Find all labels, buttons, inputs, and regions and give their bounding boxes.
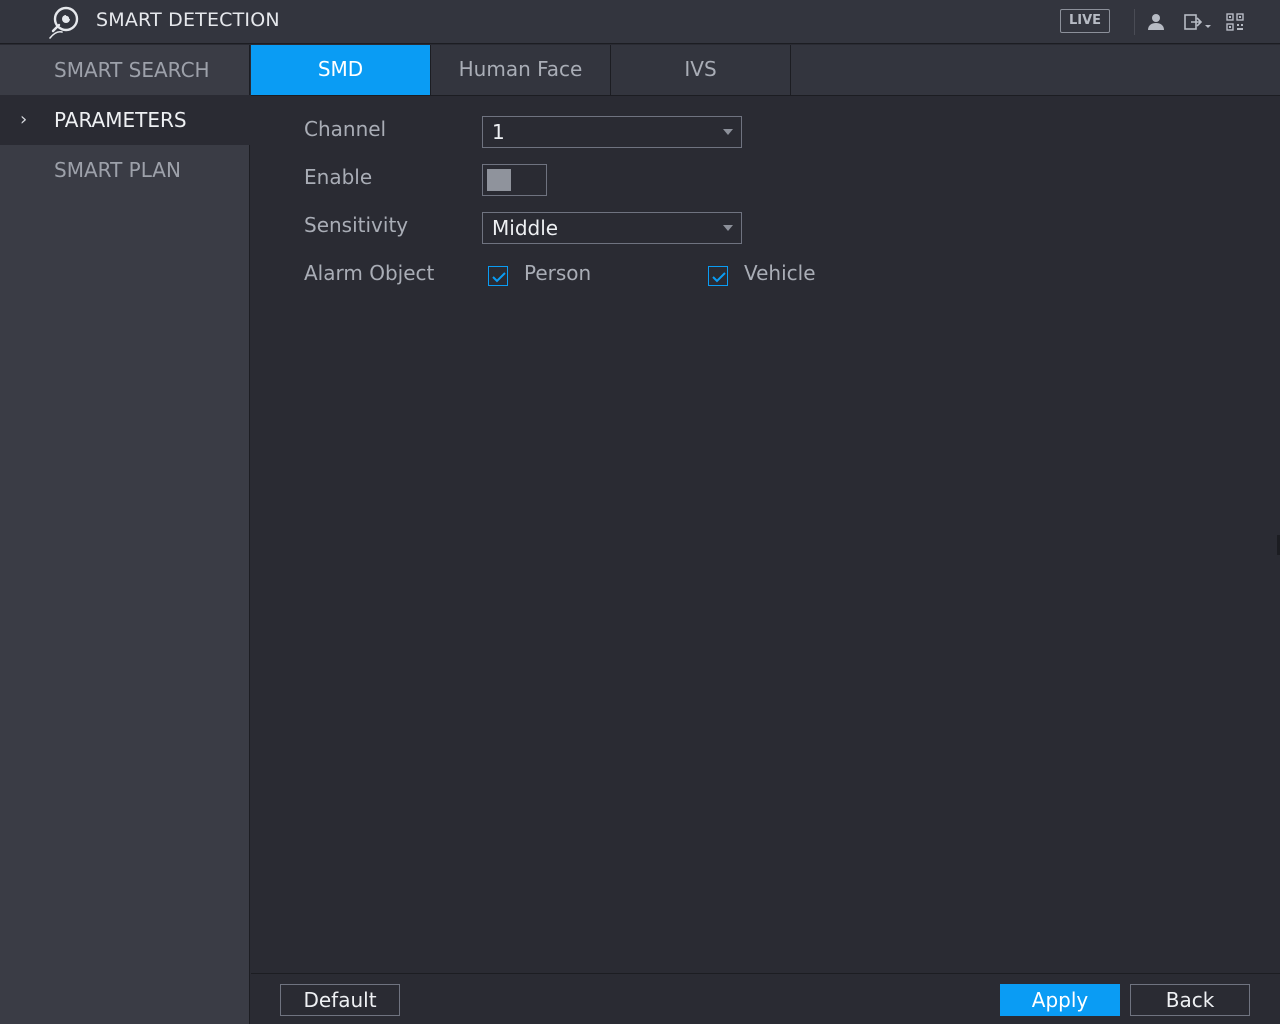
footer-bar: Default Apply Back bbox=[251, 973, 1280, 1024]
sidebar-item-label: SMART SEARCH bbox=[54, 58, 210, 82]
top-divider bbox=[1134, 9, 1135, 35]
logout-icon[interactable] bbox=[1183, 12, 1215, 32]
qr-code-icon[interactable] bbox=[1225, 12, 1245, 32]
chevron-down-icon bbox=[723, 129, 733, 135]
tab-ivs[interactable]: IVS bbox=[611, 45, 791, 95]
enable-toggle[interactable] bbox=[482, 164, 547, 196]
check-icon bbox=[492, 272, 506, 283]
vehicle-checkbox[interactable] bbox=[708, 266, 728, 286]
enable-label: Enable bbox=[304, 165, 373, 189]
toggle-knob bbox=[487, 169, 511, 191]
check-icon bbox=[712, 272, 726, 283]
person-label: Person bbox=[524, 261, 592, 285]
sidebar-item-smart-search[interactable]: SMART SEARCH bbox=[0, 45, 250, 95]
vehicle-label: Vehicle bbox=[744, 261, 816, 285]
channel-label: Channel bbox=[304, 117, 387, 141]
apply-button[interactable]: Apply bbox=[1000, 984, 1120, 1016]
sidebar-item-smart-plan[interactable]: SMART PLAN bbox=[0, 145, 250, 195]
live-button[interactable]: LIVE bbox=[1060, 9, 1110, 33]
channel-select-value: 1 bbox=[492, 120, 505, 144]
user-icon[interactable] bbox=[1146, 12, 1166, 32]
alarm-object-label: Alarm Object bbox=[304, 261, 435, 285]
smart-detection-logo-icon bbox=[49, 6, 79, 39]
channel-select[interactable]: 1 bbox=[482, 116, 742, 148]
sensitivity-select[interactable]: Middle bbox=[482, 212, 742, 244]
back-button[interactable]: Back bbox=[1130, 984, 1250, 1016]
chevron-down-icon bbox=[723, 225, 733, 231]
sensitivity-label: Sensitivity bbox=[304, 213, 409, 237]
person-checkbox[interactable] bbox=[488, 266, 508, 286]
default-button[interactable]: Default bbox=[280, 984, 400, 1016]
tab-bar: SMD Human Face IVS bbox=[251, 45, 1280, 96]
tab-human-face[interactable]: Human Face bbox=[431, 45, 611, 95]
top-bar: SMART DETECTION LIVE bbox=[0, 0, 1280, 44]
tab-smd[interactable]: SMD bbox=[251, 45, 431, 95]
sidebar-item-label: PARAMETERS bbox=[54, 108, 187, 132]
sensitivity-select-value: Middle bbox=[492, 216, 559, 240]
page-title: SMART DETECTION bbox=[96, 9, 280, 31]
sidebar: SMART SEARCH › PARAMETERS SMART PLAN bbox=[0, 45, 250, 1024]
sidebar-item-parameters[interactable]: › PARAMETERS bbox=[0, 95, 250, 145]
chevron-right-icon: › bbox=[20, 109, 28, 130]
sidebar-item-label: SMART PLAN bbox=[54, 158, 181, 182]
